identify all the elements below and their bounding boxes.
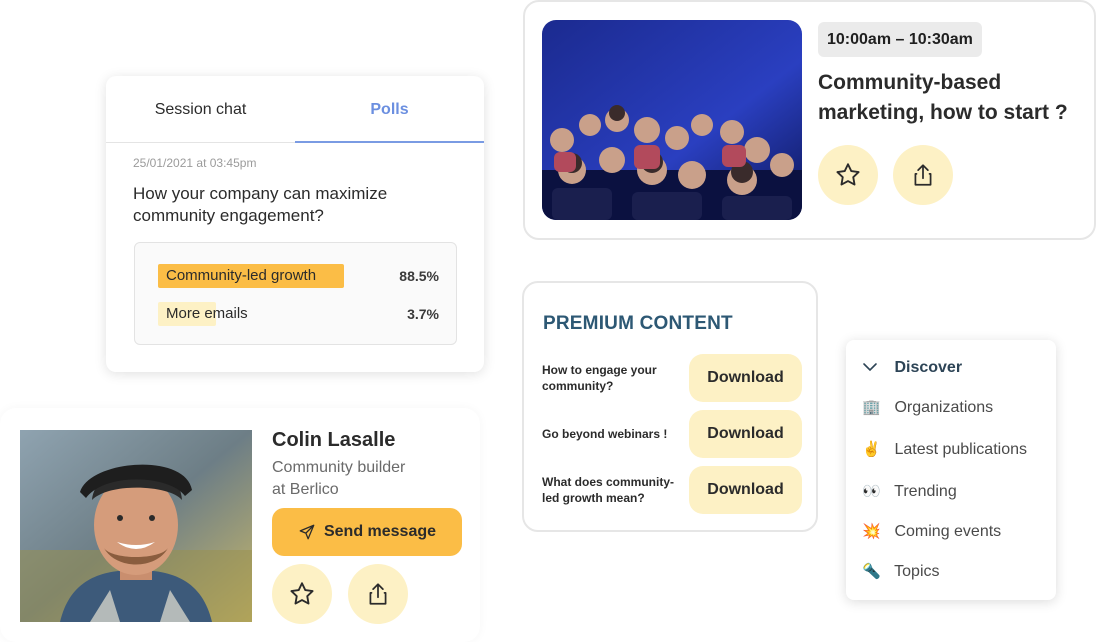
victory-hand-icon: ✌️ bbox=[862, 441, 881, 458]
favorite-button[interactable] bbox=[818, 145, 878, 205]
audience-photo bbox=[542, 20, 802, 220]
menu-item-label: Latest publications bbox=[894, 441, 1027, 458]
menu-item-organizations[interactable]: 🏢 Organizations bbox=[862, 396, 993, 420]
menu-item-latest-publications[interactable]: ✌️ Latest publications bbox=[862, 438, 1027, 462]
profile-card: Colin Lasalle Community builder at Berli… bbox=[0, 408, 480, 642]
profile-role: Community builder at Berlico bbox=[272, 457, 405, 501]
avatar bbox=[20, 430, 252, 622]
download-button[interactable]: Download bbox=[689, 410, 802, 458]
menu-item-coming-events[interactable]: 💥 Coming events bbox=[862, 520, 1001, 544]
tab-polls[interactable]: Polls bbox=[295, 76, 484, 143]
star-icon bbox=[290, 582, 314, 605]
poll-option-percent: 88.5% bbox=[399, 268, 439, 284]
send-message-button[interactable]: Send message bbox=[272, 508, 462, 556]
discover-toggle[interactable]: Discover bbox=[862, 356, 962, 380]
discover-title: Discover bbox=[894, 359, 963, 376]
session-card: 10:00am – 10:30am Community-based market… bbox=[523, 0, 1096, 240]
poll-card: Session chat Polls 25/01/2021 at 03:45pm… bbox=[106, 76, 484, 372]
flashlight-icon: 🔦 bbox=[862, 563, 881, 580]
collision-icon: 💥 bbox=[862, 523, 881, 540]
poll-option-label: More emails bbox=[166, 305, 248, 322]
share-icon bbox=[369, 583, 387, 605]
poll-results: Community-led growth 88.5% More emails 3… bbox=[134, 242, 457, 345]
session-time-badge: 10:00am – 10:30am bbox=[818, 22, 982, 57]
tab-session-chat[interactable]: Session chat bbox=[106, 76, 295, 143]
share-icon bbox=[914, 164, 932, 186]
discover-menu: Discover 🏢 Organizations ✌️ Latest publi… bbox=[846, 340, 1056, 600]
poll-option-percent: 3.7% bbox=[407, 306, 439, 322]
profile-role-title: Community builder bbox=[272, 459, 406, 476]
menu-item-trending[interactable]: 👀 Trending bbox=[862, 480, 957, 504]
menu-item-label: Topics bbox=[894, 563, 940, 580]
profile-role-company: at Berlico bbox=[272, 481, 339, 498]
office-building-icon: 🏢 bbox=[862, 399, 881, 416]
download-button[interactable]: Download bbox=[689, 466, 802, 514]
premium-item-label: Go beyond webinars ! bbox=[542, 427, 668, 441]
send-message-label: Send message bbox=[323, 523, 437, 540]
premium-content-card: PREMIUM CONTENT How to engage your commu… bbox=[522, 281, 818, 532]
poll-question: How your company can maximize community … bbox=[133, 184, 388, 225]
menu-item-label: Coming events bbox=[894, 523, 1002, 540]
favorite-button[interactable] bbox=[272, 564, 332, 624]
share-button[interactable] bbox=[348, 564, 408, 624]
share-button[interactable] bbox=[893, 145, 953, 205]
download-button[interactable]: Download bbox=[689, 354, 802, 402]
chevron-down-icon bbox=[862, 356, 890, 380]
poll-date: 25/01/2021 at 03:45pm bbox=[133, 156, 257, 170]
premium-title: PREMIUM CONTENT bbox=[543, 313, 733, 334]
session-title: Community-based marketing, how to start … bbox=[818, 71, 1068, 124]
star-icon bbox=[836, 163, 860, 186]
poll-option-label: Community-led growth bbox=[166, 267, 317, 284]
profile-photo bbox=[20, 430, 252, 622]
menu-item-label: Organizations bbox=[894, 399, 994, 416]
send-icon bbox=[299, 524, 315, 540]
menu-item-label: Trending bbox=[894, 483, 957, 500]
audience-image bbox=[542, 20, 802, 220]
premium-item-label: What does community-led growth mean? bbox=[542, 475, 675, 505]
menu-item-topics[interactable]: 🔦 Topics bbox=[862, 560, 940, 584]
premium-item-label: How to engage your community? bbox=[542, 363, 657, 393]
poll-option[interactable]: Community-led growth bbox=[158, 264, 368, 288]
poll-option[interactable]: More emails bbox=[158, 302, 368, 326]
profile-name: Colin Lasalle bbox=[272, 429, 396, 451]
eyes-icon: 👀 bbox=[862, 483, 881, 500]
